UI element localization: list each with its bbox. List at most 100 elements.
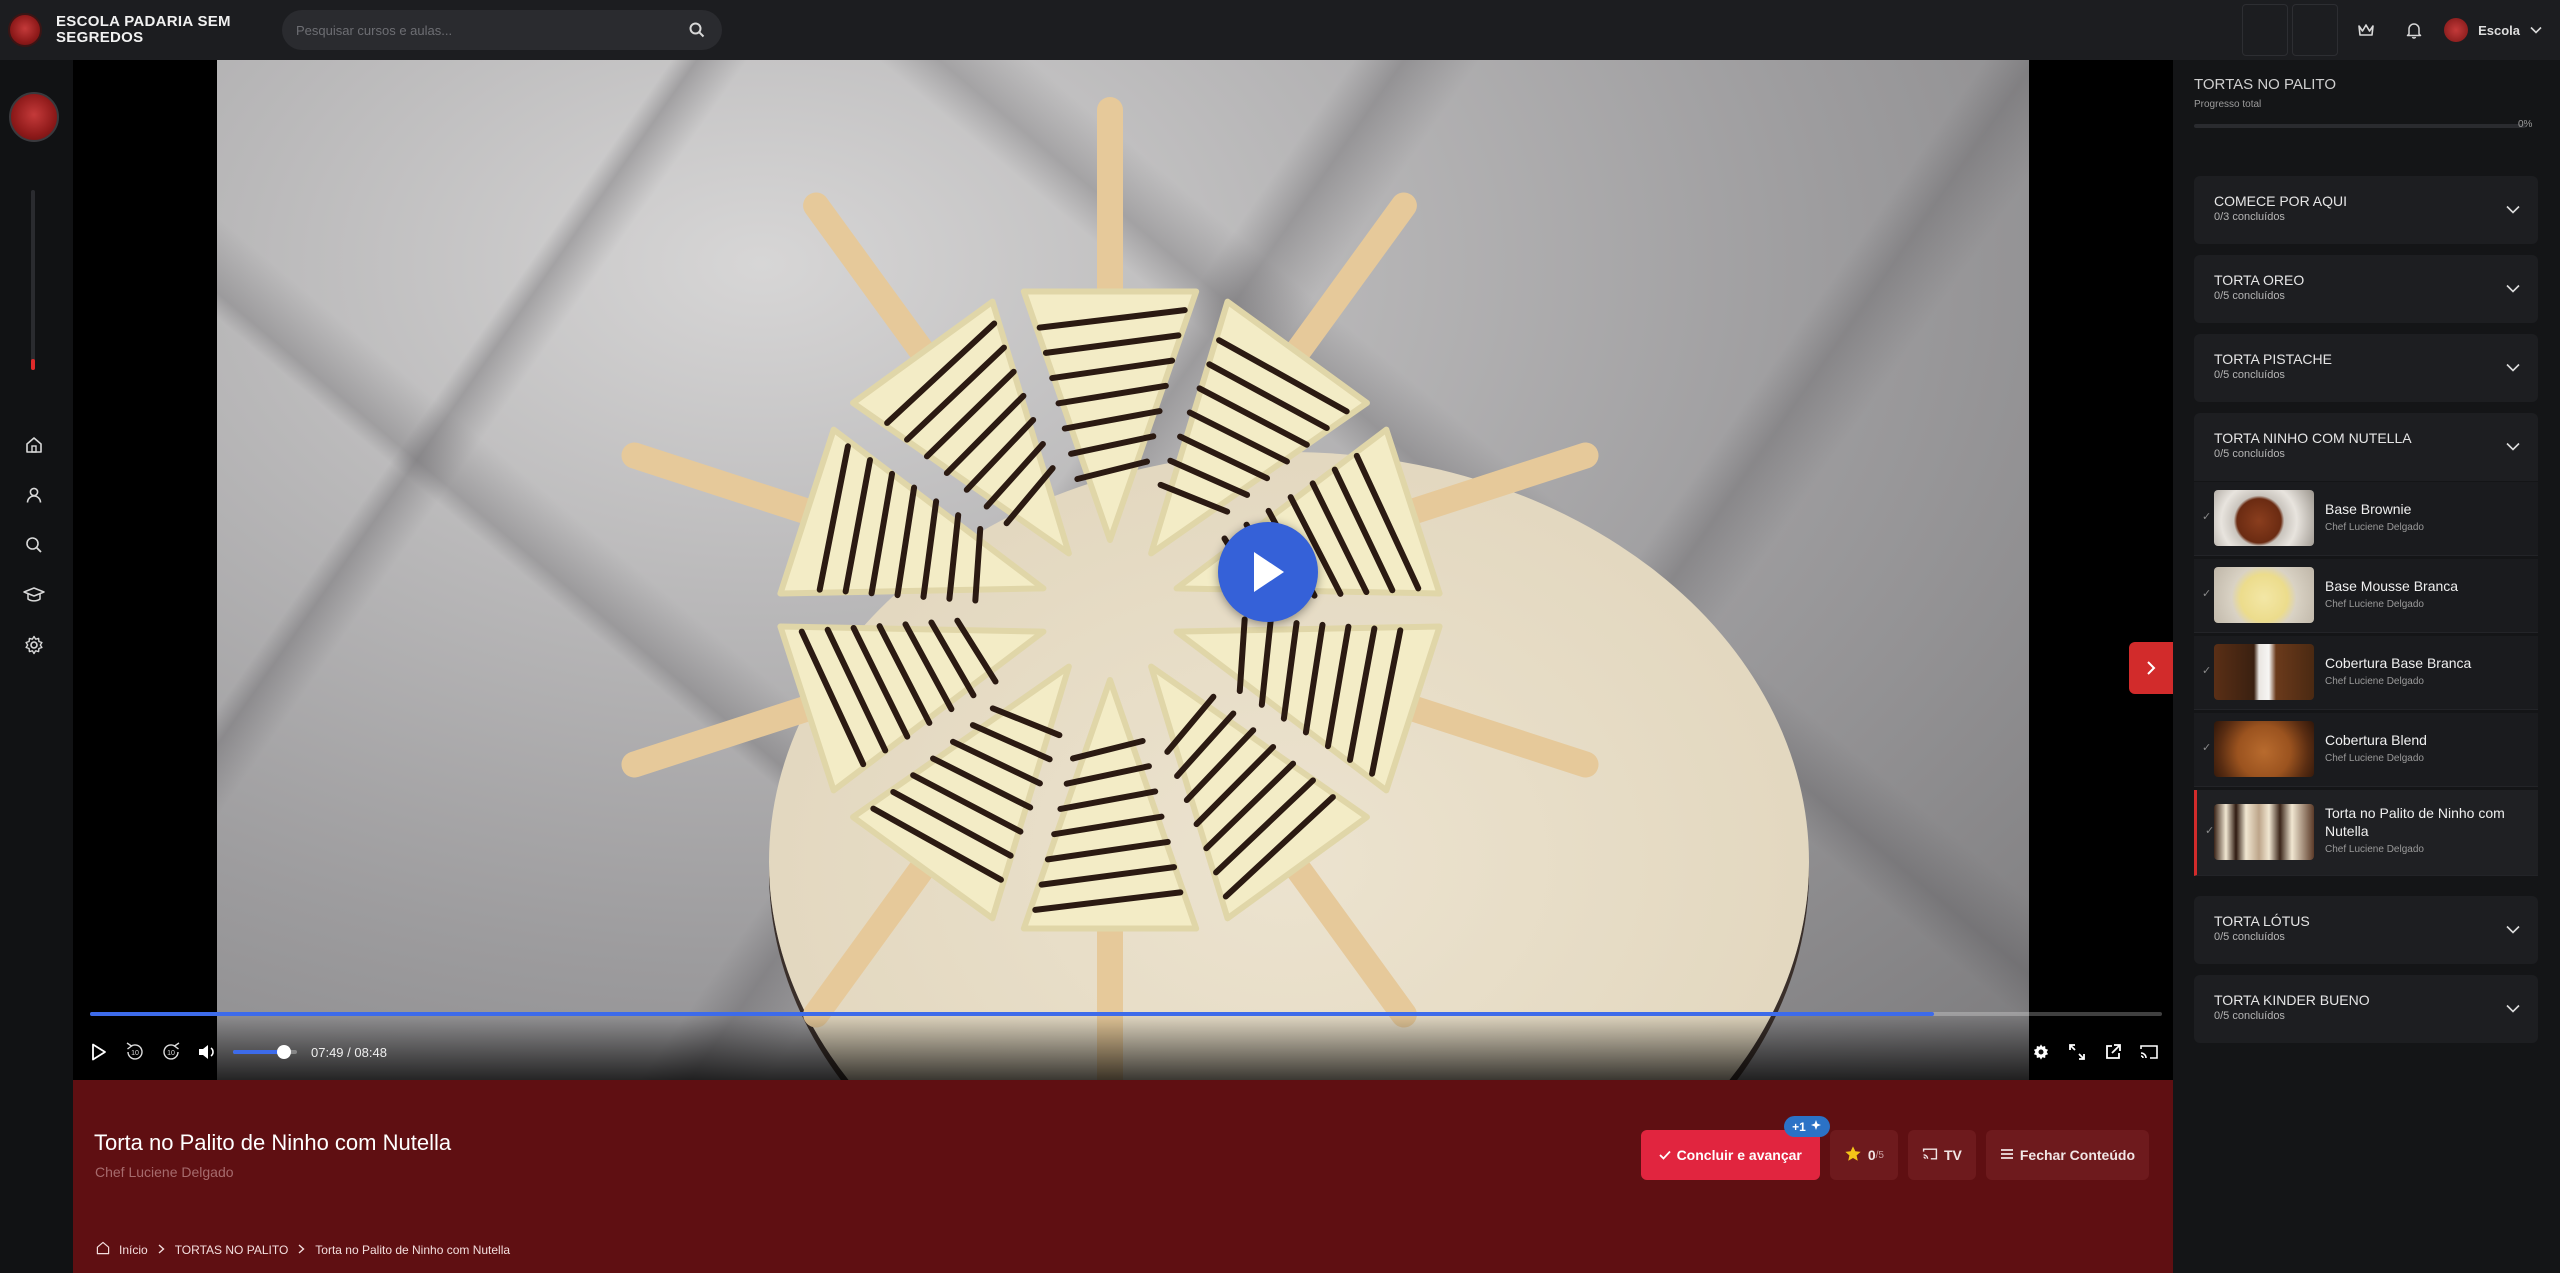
- lesson-thumbnail: [2214, 567, 2314, 623]
- play-icon[interactable]: [81, 1034, 117, 1070]
- home-icon[interactable]: [95, 1240, 111, 1259]
- user-menu[interactable]: Escola: [2444, 18, 2542, 42]
- module-torta-kinder-bueno[interactable]: TORTA KINDER BUENO 0/5 concluídos: [2194, 975, 2538, 1043]
- seek-bar[interactable]: [90, 1012, 2162, 1016]
- brand[interactable]: ESCOLA PADARIA SEM SEGREDOS: [8, 13, 268, 47]
- module-comece-por-aqui[interactable]: COMECE POR AQUI 0/3 concluídos: [2194, 176, 2538, 244]
- breadcrumb-course[interactable]: TORTAS NO PALITO: [175, 1243, 289, 1257]
- lesson-title: Cobertura Blend: [2325, 732, 2427, 748]
- check-icon: ✓: [2202, 742, 2212, 754]
- user-icon[interactable]: [20, 481, 48, 509]
- school-logo[interactable]: [9, 92, 59, 142]
- graduation-cap-icon[interactable]: [20, 581, 48, 609]
- search-bar: [282, 10, 722, 50]
- module-count: 0/3 concluídos: [2214, 211, 2285, 223]
- chevron-down-icon: [2502, 277, 2524, 299]
- brand-logo: [8, 13, 42, 47]
- module-torta-oreo[interactable]: TORTA OREO 0/5 concluídos: [2194, 255, 2538, 323]
- complete-advance-button[interactable]: Concluir e avançar +1: [1640, 1116, 1830, 1180]
- lesson-chef: Chef Luciene Delgado: [2325, 753, 2424, 764]
- lesson-info-bar: Torta no Palito de Ninho com Nutella Che…: [73, 1080, 2173, 1273]
- lesson-title: Cobertura Base Branca: [2325, 655, 2472, 671]
- tv-button[interactable]: TV: [1907, 1130, 1976, 1180]
- close-content-label: Fechar Conteúdo: [2019, 1147, 2135, 1163]
- lesson-item[interactable]: ✓ Cobertura Base Branca Chef Luciene Del…: [2194, 636, 2538, 710]
- lesson-author: Chef Luciene Delgado: [95, 1164, 234, 1180]
- top-bar: ESCOLA PADARIA SEM SEGREDOS Escola: [0, 0, 2560, 60]
- close-content-button[interactable]: Fechar Conteúdo: [1985, 1130, 2149, 1180]
- chevron-down-icon: [2502, 918, 2524, 940]
- module-count: 0/5 concluídos: [2214, 931, 2285, 943]
- course-progress-percent: 0%: [2518, 119, 2533, 130]
- lesson-title: Torta no Palito de Ninho com Nutella: [94, 1130, 452, 1155]
- search-icon[interactable]: [20, 531, 48, 559]
- gear-icon[interactable]: [20, 631, 48, 659]
- placeholder-box: [2292, 4, 2339, 56]
- next-lesson-button[interactable]: [2129, 642, 2173, 694]
- rating-button[interactable]: 0 /5: [1829, 1130, 1898, 1180]
- bell-icon[interactable]: [2390, 6, 2438, 54]
- chevron-down-icon: [2502, 997, 2524, 1019]
- settings-gear-icon[interactable]: [2023, 1034, 2059, 1070]
- time-display: 07:49 / 08:48: [311, 1045, 387, 1060]
- fullscreen-icon[interactable]: [2059, 1034, 2095, 1070]
- time-separator: /: [347, 1044, 351, 1060]
- module-torta-lotus[interactable]: TORTA LÓTUS 0/5 concluídos: [2194, 896, 2538, 964]
- rewind-icon[interactable]: 10: [117, 1034, 153, 1070]
- menu-icon: [2000, 1147, 2014, 1163]
- chevron-down-icon: [2530, 21, 2542, 39]
- lesson-item-active[interactable]: ✓ Torta no Palito de Ninho com Nutella C…: [2194, 790, 2538, 876]
- module-title: TORTA OREO: [2214, 272, 2305, 288]
- video-frame[interactable]: [217, 60, 2029, 1080]
- volume-slider[interactable]: [233, 1045, 297, 1059]
- lesson-item[interactable]: ✓ Cobertura Blend Chef Luciene Delgado: [2194, 713, 2538, 787]
- check-icon: ✓: [2202, 588, 2212, 600]
- progress-track: [31, 190, 35, 370]
- forward-icon[interactable]: 10: [153, 1034, 189, 1070]
- lesson-item[interactable]: ✓ Base Brownie Chef Luciene Delgado: [2194, 482, 2538, 556]
- lesson-thumbnail: [2214, 721, 2314, 777]
- breadcrumb: Início TORTAS NO PALITO Torta no Palito …: [95, 1240, 510, 1259]
- player-controls: 10 10 07:49 / 08:48: [73, 1012, 2173, 1080]
- chevron-down-icon: [2502, 435, 2524, 457]
- video-cake-image: [621, 97, 1599, 1080]
- search-input[interactable]: [296, 22, 686, 38]
- seek-bar-fill: [90, 1012, 1935, 1016]
- lesson-chef: Chef Luciene Delgado: [2325, 844, 2424, 855]
- check-icon: [1658, 1147, 1671, 1163]
- course-name: TORTAS NO PALITO: [2194, 76, 2336, 93]
- course-progress-bar: [2194, 124, 2526, 128]
- popout-icon[interactable]: [2095, 1034, 2131, 1070]
- lesson-title: Base Mousse Branca: [2325, 578, 2459, 594]
- module-torta-pistache[interactable]: TORTA PISTACHE 0/5 concluídos: [2194, 334, 2538, 402]
- star-icon: [1844, 1145, 1862, 1166]
- lesson-item[interactable]: ✓ Base Mousse Branca Chef Luciene Delgad…: [2194, 559, 2538, 633]
- lesson-thumbnail: [2214, 644, 2314, 700]
- home-icon[interactable]: [20, 431, 48, 459]
- left-nav: [0, 60, 70, 1273]
- volume-icon[interactable]: [189, 1034, 225, 1070]
- duration: 08:48: [354, 1044, 387, 1060]
- forward-label: 10: [167, 1050, 175, 1057]
- module-count: 0/5 concluídos: [2214, 290, 2285, 302]
- course-sidebar: TORTAS NO PALITO Progresso total 0% COME…: [2173, 60, 2560, 1273]
- module-torta-ninho-nutella[interactable]: TORTA NINHO COM NUTELLA 0/5 concluídos: [2194, 413, 2538, 481]
- play-icon[interactable]: [1218, 522, 1318, 622]
- rewind-label: 10: [131, 1050, 139, 1057]
- lesson-title: Base Brownie: [2325, 501, 2412, 517]
- module-count: 0/5 concluídos: [2214, 369, 2285, 381]
- search-icon[interactable]: [686, 19, 708, 41]
- lesson-chef: Chef Luciene Delgado: [2325, 522, 2424, 533]
- check-icon: ✓: [2205, 825, 2215, 837]
- crown-icon[interactable]: [2342, 6, 2390, 54]
- video-player[interactable]: 10 10 07:49 / 08:48: [73, 60, 2173, 1080]
- breadcrumb-home[interactable]: Início: [119, 1243, 148, 1257]
- check-icon: ✓: [2202, 665, 2212, 677]
- module-count: 0/5 concluídos: [2214, 1010, 2285, 1022]
- course-progress-label: Progresso total: [2194, 99, 2262, 110]
- tv-label: TV: [1943, 1147, 1962, 1163]
- lesson-actions: Concluir e avançar +1 0 /5 TV Fechar Con…: [1631, 1116, 2149, 1180]
- cast-icon[interactable]: [2131, 1034, 2167, 1070]
- volume-knob[interactable]: [277, 1045, 292, 1059]
- xp-badge: +1: [1784, 1116, 1830, 1137]
